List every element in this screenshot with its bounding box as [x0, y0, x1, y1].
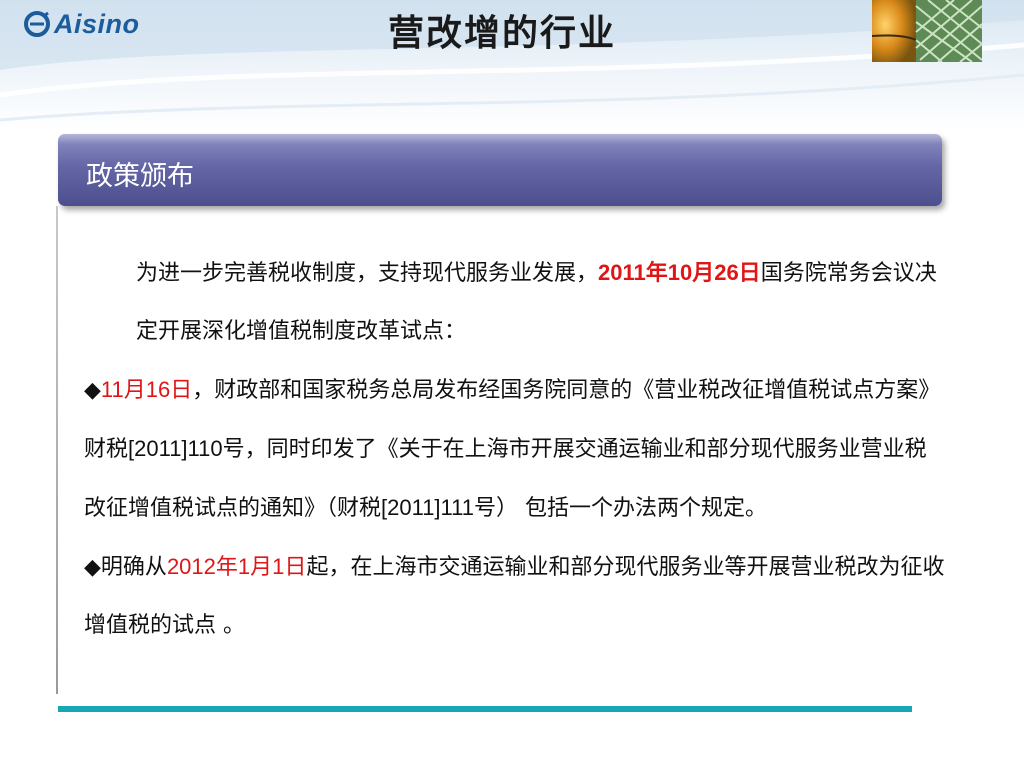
p2-date-num2: 16 [145, 377, 171, 402]
bullet-diamond-icon: ◆ [84, 378, 101, 403]
bullet-diamond-icon: ◆ [84, 555, 101, 580]
p3-date-unit3: 日 [284, 555, 307, 580]
paragraph-1: 为进一步完善税收制度，支持现代服务业发展，2011年10月26日国务院常务会议决… [84, 244, 946, 361]
paragraph-3: ◆明确从2012年1月1日起，在上海市交通运输业和部分现代服务业等开展营业税改为… [84, 538, 946, 655]
section-header-bar: 政策颁布 [58, 134, 942, 206]
p2-date-num1: 11 [100, 377, 124, 402]
paragraph-2: ◆11月16日，财政部和国家税务总局发布经国务院同意的《营业税改征增值税试点方案… [84, 361, 946, 538]
p2-doc-no1: [2011]110 [128, 436, 223, 461]
section-title: 政策颁布 [86, 161, 194, 192]
p3-date-num1: 2012 [166, 554, 216, 579]
p3-date-num3: 1 [272, 554, 285, 579]
p1-text-a: 为进一步完善税收制度，支持现代服务业发展， [136, 261, 599, 286]
p2-date-unit1: 月 [123, 378, 146, 403]
p3-date-num2: 1 [237, 554, 251, 579]
p3-date-unit2: 月 [250, 555, 273, 580]
p2-date-unit2: 日 [170, 378, 193, 403]
p2-text-c: 号） 包括一个办法两个规定。 [474, 496, 767, 521]
bottom-rule [58, 706, 912, 712]
policy-body: 为进一步完善税收制度，支持现代服务业发展，2011年10月26日国务院常务会议决… [84, 244, 946, 655]
p3-text-a: 明确从 [100, 555, 167, 580]
p3-date-unit1: 年 [215, 555, 238, 580]
page-title: 营改增的行业 [387, 13, 616, 54]
left-divider-line [56, 206, 58, 694]
corner-decorative-image [872, 0, 982, 62]
p2-doc-no2: [2011]111 [381, 495, 474, 520]
p1-date: 2011年10月26日 [598, 260, 761, 285]
